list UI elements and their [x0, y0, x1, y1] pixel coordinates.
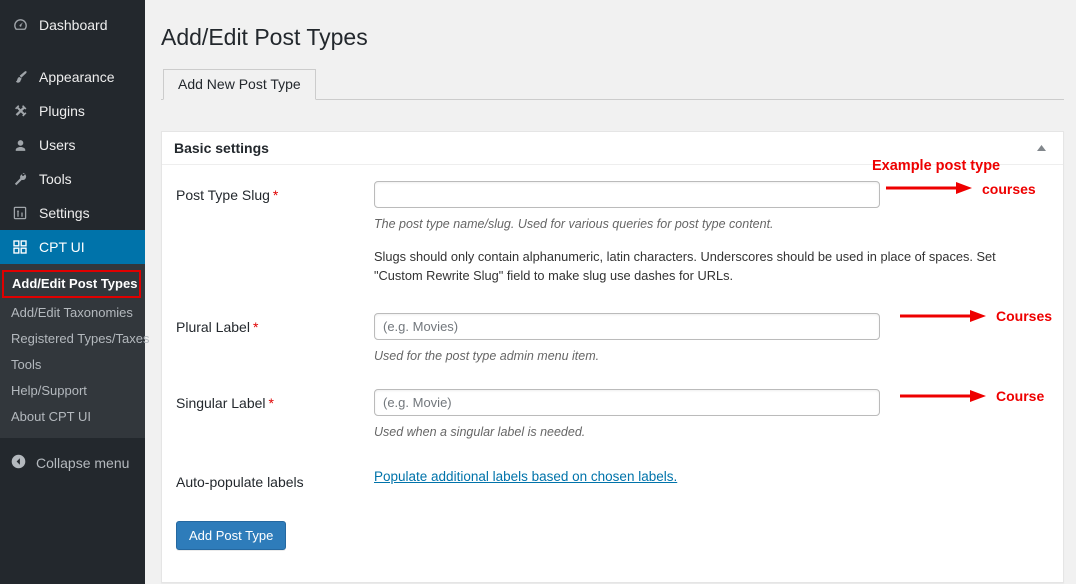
- help-post-type-slug: The post type name/slug. Used for variou…: [374, 216, 774, 231]
- sidebar-item-label: Settings: [39, 205, 90, 221]
- note-slug-rules: Slugs should only contain alphanumeric, …: [374, 248, 996, 284]
- basic-settings-panel: Basic settings Post Type Slug * The post …: [161, 130, 1064, 583]
- annotation-singular-value: Course: [996, 388, 1045, 404]
- sidebar-top-group: Dashboard: [0, 0, 145, 42]
- sidebar-separator: [0, 42, 145, 60]
- submenu-item-about-cpt-ui[interactable]: About CPT UI: [0, 404, 145, 430]
- field-col-auto-populate: Populate additional labels based on chos…: [374, 468, 1063, 486]
- panel-title: Basic settings: [174, 139, 269, 156]
- populate-labels-link[interactable]: Populate additional labels based on chos…: [374, 469, 677, 484]
- label-text: Plural Label: [176, 319, 250, 336]
- submenu-item-label: Add/Edit Post Types: [12, 276, 138, 291]
- field-row-auto-populate: Auto-populate labels Populate additional…: [162, 468, 1063, 490]
- collapse-left-arrow-icon: [10, 453, 27, 473]
- annotation-arrow-slug: [886, 180, 978, 196]
- sidebar-item-tools[interactable]: Tools: [0, 162, 145, 196]
- label-singular-label: Singular Label *: [176, 389, 374, 411]
- sidebar-item-plugins[interactable]: Plugins: [0, 94, 145, 128]
- page-title: Add/Edit Post Types: [161, 24, 368, 50]
- dashboard-gauge-icon: [10, 15, 30, 35]
- submenu-item-help-support[interactable]: Help/Support: [0, 378, 145, 404]
- submenu-item-label: Add/Edit Taxonomies: [11, 305, 133, 320]
- sidebar-item-cpt-ui[interactable]: CPT UI: [0, 230, 153, 264]
- cpt-ui-grid-icon: [10, 237, 30, 257]
- annotation-slug-value: courses: [982, 181, 1036, 197]
- label-text: Singular Label: [176, 395, 266, 412]
- user-icon: [10, 135, 30, 155]
- submenu-item-add-edit-post-types[interactable]: Add/Edit Post Types: [2, 270, 141, 298]
- plural-label-input[interactable]: [374, 313, 880, 341]
- field-row-post-type-slug: Post Type Slug * The post type name/slug.…: [162, 180, 1063, 286]
- cpt-ui-submenu: Add/Edit Post Types Add/Edit Taxonomies …: [0, 264, 150, 438]
- sidebar-item-settings[interactable]: Settings: [0, 196, 145, 230]
- add-post-type-button[interactable]: Add Post Type: [176, 520, 287, 550]
- field-col-post-type-slug: The post type name/slug. Used for variou…: [374, 180, 1063, 286]
- admin-sidebar: Dashboard Appearance Plugins Users Tools…: [0, 0, 153, 584]
- label-plural-label: Plural Label *: [176, 313, 374, 335]
- label-post-type-slug: Post Type Slug *: [176, 181, 374, 203]
- submenu-item-label: Help/Support: [11, 383, 87, 398]
- sliders-icon: [10, 203, 30, 223]
- sidebar-item-dashboard[interactable]: Dashboard: [0, 8, 145, 42]
- paintbrush-icon: [10, 67, 30, 87]
- help-singular-label: Used when a singular label is needed.: [374, 425, 586, 440]
- main-content: Add/Edit Post Types Add New Post Type Ba…: [145, 0, 1076, 584]
- label-text: Post Type Slug: [176, 186, 270, 203]
- label-auto-populate: Auto-populate labels: [176, 473, 304, 490]
- sidebar-item-label: Users: [39, 137, 76, 153]
- sidebar-item-label: Plugins: [39, 103, 85, 119]
- submenu-item-label: Tools: [11, 357, 42, 372]
- triangle-up-icon[interactable]: [1031, 138, 1051, 158]
- help-plural-label: Used for the post type admin menu item.: [374, 349, 600, 364]
- wordpress-admin-screen: Dashboard Appearance Plugins Users Tools…: [0, 0, 1076, 584]
- required-asterisk: *: [272, 186, 279, 203]
- sidebar-item-appearance[interactable]: Appearance: [0, 60, 145, 94]
- submenu-item-registered-types-taxes[interactable]: Registered Types/Taxes: [0, 326, 150, 352]
- collapse-menu-button[interactable]: Collapse menu: [0, 446, 145, 480]
- annotation-heading: Example post type: [872, 158, 1001, 174]
- annotation-plural-value: Courses: [996, 308, 1053, 324]
- submenu-item-label: About CPT UI: [11, 409, 91, 424]
- plug-icon: [10, 101, 30, 121]
- sidebar-item-label: CPT UI: [39, 239, 85, 255]
- submenu-item-label: Registered Types/Taxes: [11, 331, 150, 346]
- post-type-slug-input[interactable]: [374, 180, 880, 208]
- submenu-item-tools[interactable]: Tools: [0, 352, 145, 378]
- tab-bar: Add New Post Type: [161, 68, 1064, 100]
- sidebar-item-label: Tools: [39, 171, 72, 187]
- singular-label-input[interactable]: [374, 389, 880, 417]
- required-asterisk: *: [252, 319, 259, 336]
- sidebar-main-group: Appearance Plugins Users Tools Settings …: [0, 60, 153, 264]
- required-asterisk: *: [268, 395, 274, 412]
- panel-body: Post Type Slug * The post type name/slug.…: [162, 165, 1063, 550]
- sidebar-item-label: Appearance: [39, 69, 115, 85]
- wrench-icon: [10, 169, 30, 189]
- annotation-arrow-plural: [900, 308, 992, 324]
- sidebar-item-users[interactable]: Users: [0, 128, 145, 162]
- submenu-item-add-edit-taxonomies[interactable]: Add/Edit Taxonomies: [0, 300, 145, 326]
- sidebar-item-label: Dashboard: [39, 17, 108, 33]
- collapse-menu-label: Collapse menu: [36, 455, 130, 471]
- submit-row: Add Post Type: [162, 520, 1063, 550]
- annotation-arrow-singular: [900, 388, 992, 404]
- tab-add-new-post-type[interactable]: Add New Post Type: [163, 68, 316, 100]
